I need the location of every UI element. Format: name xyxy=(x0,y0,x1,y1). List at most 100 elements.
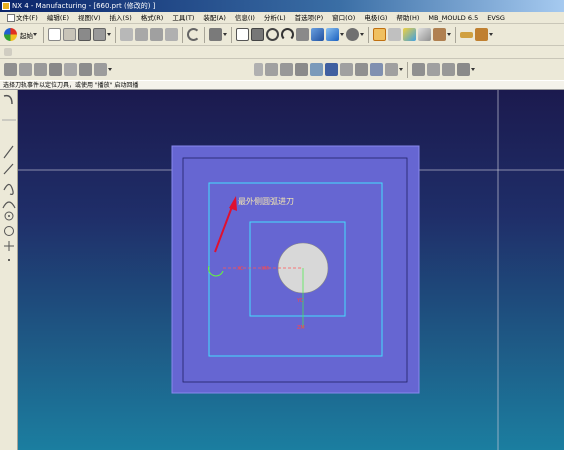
undo-icon[interactable] xyxy=(187,28,200,41)
report-icon[interactable] xyxy=(385,63,398,76)
fillet-icon[interactable] xyxy=(3,94,13,105)
nx-window: NX 4 - Manufacturing - [660.prt (修改的) ] … xyxy=(0,0,564,450)
cue-text: 选择刀轨事件以定位刀具，或使用 "播放" 启动回播 xyxy=(3,82,139,89)
view-icon[interactable] xyxy=(326,28,339,41)
menu-view[interactable]: 视图(V) xyxy=(73,12,105,23)
snap-icon[interactable] xyxy=(373,28,386,41)
fit-icon[interactable] xyxy=(236,28,249,41)
flag-icon[interactable] xyxy=(325,63,338,76)
axis-label: XC xyxy=(237,266,244,272)
plus-icon[interactable] xyxy=(4,241,14,251)
pan-icon[interactable] xyxy=(296,28,309,41)
analysis-icon[interactable] xyxy=(403,28,416,41)
line-icon[interactable] xyxy=(3,163,14,175)
chevron-down-icon[interactable] xyxy=(340,28,345,41)
window-title: NX 4 - Manufacturing - [660.prt (修改的) ] xyxy=(12,2,156,10)
ruler-icon[interactable] xyxy=(460,31,473,38)
menu-mb-mould[interactable]: MB_MOULD 6.5 xyxy=(423,12,482,23)
point-icon[interactable] xyxy=(4,211,14,221)
chevron-down-icon[interactable] xyxy=(108,63,113,76)
chevron-down-icon[interactable] xyxy=(360,28,365,41)
object-icon[interactable] xyxy=(427,63,440,76)
generate-icon[interactable] xyxy=(79,63,92,76)
transform-icon[interactable] xyxy=(412,63,425,76)
save-icon[interactable] xyxy=(78,28,91,41)
display-toolpath-icon[interactable] xyxy=(340,63,353,76)
paste-icon[interactable] xyxy=(150,28,163,41)
manufacturing-toolbar xyxy=(0,58,564,80)
measure-icon[interactable] xyxy=(418,28,431,41)
replay-icon[interactable] xyxy=(295,63,308,76)
menu-evsg[interactable]: EVSG xyxy=(482,12,509,23)
postprocess-icon[interactable] xyxy=(254,63,263,76)
zoom-icon[interactable] xyxy=(251,28,264,41)
menu-analysis[interactable]: 分析(L) xyxy=(259,12,290,23)
toolpath-icon[interactable] xyxy=(310,63,323,76)
toolbar-separator xyxy=(204,26,205,43)
start-label: 起始 xyxy=(20,31,33,40)
list-icon[interactable] xyxy=(280,63,293,76)
operation-icon[interactable] xyxy=(4,63,17,76)
method-icon[interactable] xyxy=(64,63,77,76)
menu-window[interactable]: 窗口(O) xyxy=(327,12,359,23)
menu-electrode[interactable]: 电极(G) xyxy=(359,12,391,23)
tool-icon[interactable] xyxy=(34,63,47,76)
toolbar-separator xyxy=(43,26,44,43)
menu-edit[interactable]: 编辑(E) xyxy=(42,12,73,23)
menu-information[interactable]: 信息(I) xyxy=(230,12,259,23)
start-button[interactable]: 起始 xyxy=(18,28,40,41)
selection-filter-icon[interactable] xyxy=(388,28,401,41)
graphics-window[interactable]: XC XM YC ZM 最外侧圆弧进刀 xyxy=(18,90,564,450)
chevron-down-icon[interactable] xyxy=(447,28,452,41)
menu-tools[interactable]: 工具(T) xyxy=(167,12,198,23)
geometry-icon[interactable] xyxy=(49,63,62,76)
feature-icon[interactable] xyxy=(442,63,455,76)
menu-help[interactable]: 帮助(H) xyxy=(391,12,423,23)
edit-icon[interactable] xyxy=(457,63,470,76)
simulate-icon[interactable] xyxy=(355,63,368,76)
menu-preferences[interactable]: 首选项(P) xyxy=(290,12,328,23)
title-bar: NX 4 - Manufacturing - [660.prt (修改的) ] xyxy=(0,0,564,12)
spline-icon[interactable] xyxy=(3,183,14,195)
circle-icon[interactable] xyxy=(4,226,14,236)
cut-icon[interactable] xyxy=(120,28,133,41)
output-icon[interactable] xyxy=(370,63,383,76)
cue-line: 选择刀轨事件以定位刀具，或使用 "播放" 启动回播 xyxy=(0,80,564,90)
program-icon[interactable] xyxy=(19,63,32,76)
display-icon[interactable] xyxy=(346,28,359,41)
menu-insert[interactable]: 插入(S) xyxy=(105,12,136,23)
verify-icon[interactable] xyxy=(94,63,107,76)
axis-label: ZM xyxy=(297,325,305,331)
chevron-down-icon[interactable] xyxy=(399,63,404,76)
chevron-down-icon[interactable] xyxy=(223,28,228,41)
chevron-down-icon xyxy=(33,28,38,41)
magnify-icon[interactable] xyxy=(266,28,279,41)
menu-label: 文件(F) xyxy=(16,13,38,22)
chevron-down-icon[interactable] xyxy=(471,63,476,76)
print-icon[interactable] xyxy=(93,28,106,41)
annotation-text: 最外侧圆弧进刀 xyxy=(238,196,294,206)
delete-icon[interactable] xyxy=(165,28,178,41)
select-icon[interactable] xyxy=(209,28,222,41)
menu-format[interactable]: 格式(R) xyxy=(136,12,168,23)
menu-assemblies[interactable]: 装配(A) xyxy=(198,12,230,23)
chevron-down-icon[interactable] xyxy=(107,28,112,41)
nx-logo-icon[interactable] xyxy=(4,28,17,41)
new-icon[interactable] xyxy=(48,28,61,41)
chevron-down-icon[interactable] xyxy=(489,28,494,41)
shaded-icon[interactable] xyxy=(311,28,324,41)
toolbar-separator xyxy=(368,26,369,43)
toolbar-separator xyxy=(407,61,408,78)
part-display: XC XM YC ZM 最外侧圆弧进刀 xyxy=(18,90,564,450)
line-icon[interactable] xyxy=(3,145,14,159)
rotate-icon[interactable] xyxy=(281,28,294,41)
curve-toolbar xyxy=(0,90,18,450)
menu-file[interactable]: 文件(F) xyxy=(2,12,42,23)
shop-doc-icon[interactable] xyxy=(265,63,278,76)
open-icon[interactable] xyxy=(63,28,76,41)
copy-icon[interactable] xyxy=(135,28,148,41)
settings-icon[interactable] xyxy=(475,28,488,41)
arc-icon[interactable] xyxy=(2,201,16,209)
layer-icon[interactable] xyxy=(433,28,446,41)
more-icon[interactable] xyxy=(8,259,10,261)
